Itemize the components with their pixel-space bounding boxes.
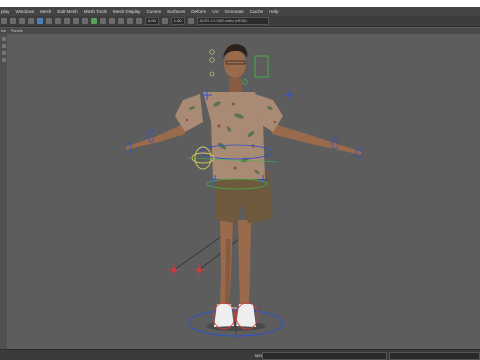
select-tool-icon[interactable]: [1, 37, 6, 41]
color-space-dropdown[interactable]: ACES 1.0 SDR-video (sRGB): [196, 17, 269, 25]
menu-item-windows[interactable]: Windows: [15, 9, 34, 14]
menu-item-curves[interactable]: Curves: [146, 9, 161, 14]
neck: [229, 78, 241, 92]
menu-item-deform[interactable]: Deform: [191, 9, 206, 14]
shadows-icon[interactable]: [55, 18, 61, 24]
maya-window: play Windows Mesh Edit Mesh Mesh Tools M…: [0, 0, 480, 360]
viewport-3d[interactable]: [7, 34, 480, 349]
grid-icon[interactable]: [10, 18, 16, 24]
mel-command-input[interactable]: [262, 352, 387, 360]
gamma-icon[interactable]: [161, 18, 168, 24]
title-strip: [0, 0, 480, 7]
lighting-icon[interactable]: [46, 18, 52, 24]
xray-icon[interactable]: [64, 18, 70, 24]
wireframe-icon[interactable]: [19, 18, 25, 24]
move-tool-icon[interactable]: [1, 44, 6, 48]
right-leg: [238, 220, 251, 306]
menu-item-mesh-display[interactable]: Mesh Display: [113, 9, 141, 14]
rotate-tool-icon[interactable]: [1, 51, 6, 55]
scale-tool-icon[interactable]: [1, 58, 6, 62]
menu-item-cache[interactable]: Cache: [250, 9, 263, 14]
exposure-field[interactable]: 0.00: [145, 17, 159, 25]
menu-item-help[interactable]: Help: [269, 9, 278, 14]
exposure-icon[interactable]: [136, 18, 142, 24]
color-management-icon[interactable]: [187, 18, 194, 24]
command-line-bar: MEL: [0, 349, 480, 360]
viewport-toolbar: 0.00 1.00 ACES 1.0 SDR-video (sRGB): [0, 16, 480, 27]
menu-item-edit-mesh[interactable]: Edit Mesh: [57, 9, 77, 14]
menu-item-surfaces[interactable]: Surfaces: [167, 9, 185, 14]
film-gate-icon[interactable]: [91, 18, 97, 24]
safe-action-icon[interactable]: [100, 18, 106, 24]
motion-blur-icon[interactable]: [118, 18, 124, 24]
antialias-icon[interactable]: [127, 18, 133, 24]
panel-menu-panels[interactable]: Panels: [11, 29, 23, 33]
main-menu-bar: play Windows Mesh Edit Mesh Mesh Tools M…: [0, 7, 480, 16]
textured-icon[interactable]: [37, 18, 43, 24]
tool-box: [0, 34, 7, 349]
menu-item-generate[interactable]: Generate: [225, 9, 244, 14]
command-result-field: [389, 352, 480, 360]
smooth-shade-icon[interactable]: [28, 18, 34, 24]
ambient-occlusion-icon[interactable]: [109, 18, 115, 24]
camera-icon[interactable]: [1, 18, 7, 24]
gamma-field[interactable]: 1.00: [170, 17, 185, 25]
isolate-icon[interactable]: [73, 18, 79, 24]
resolution-gate-icon[interactable]: [82, 18, 88, 24]
menu-item-mesh[interactable]: Mesh: [40, 9, 51, 14]
menu-item-mesh-tools[interactable]: Mesh Tools: [84, 9, 107, 14]
camera-name-label: persp: [228, 306, 237, 310]
menu-item-play[interactable]: play: [1, 9, 9, 14]
panel-menu-view[interactable]: ew: [1, 29, 6, 33]
menu-item-uv[interactable]: UV: [212, 9, 218, 14]
